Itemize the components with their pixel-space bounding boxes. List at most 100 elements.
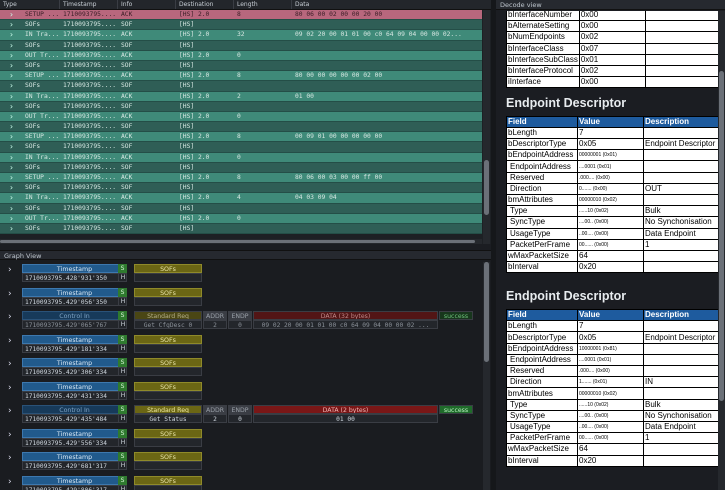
col-length[interactable]: Length <box>234 0 292 9</box>
descriptor-row[interactable]: bmAttributes 00000010 (0x02) <box>506 193 724 207</box>
descriptor-row[interactable]: bAlternateSetting 0x00 <box>506 20 725 33</box>
packet-row[interactable]: › IN Tra... 1710093795.... ACK [HS] 2.0 4 04 0… <box>0 193 482 204</box>
packet-row[interactable]: › SOFs 1710093795.... SOF [HS] <box>0 60 482 72</box>
expand-chevron-icon[interactable]: › <box>0 163 22 172</box>
descriptor-row[interactable]: SyncType ....00.. (0x00) No Synchonisation <box>506 216 724 229</box>
packet-list-vscroll[interactable] <box>483 10 490 244</box>
scroll-thumb[interactable] <box>719 71 724 401</box>
packet-row[interactable]: › SOFs 1710093795.... SOF [HS] <box>0 20 482 31</box>
packet-row[interactable]: › SOFs 1710093795.... SOF [HS] <box>0 223 482 235</box>
packet-row[interactable]: › SOFs 1710093795.... SOF [HS] <box>0 81 482 92</box>
expand-chevron-icon[interactable]: › <box>8 289 12 299</box>
col-destination[interactable]: Destination <box>176 0 234 9</box>
expand-chevron-icon[interactable]: › <box>0 81 22 90</box>
expand-chevron-icon[interactable]: › <box>0 30 22 39</box>
packet-row[interactable]: › SETUP ... 1710093795.... ACK [HS] 2.0 8 80 0… <box>0 71 482 82</box>
col-data[interactable]: Data <box>292 0 482 9</box>
graph-row[interactable]: › Timestamp 1710093795.429'181'334 S H SOFs <box>0 333 480 357</box>
decode-view-vscroll[interactable] <box>718 11 725 490</box>
descriptor-row[interactable]: bEndpointAddress 00000001 (0x01) <box>506 149 724 162</box>
descriptor-row[interactable]: UsageType ..00.... (0x00) Data Endpoint <box>506 227 724 240</box>
graph-row[interactable]: › Timestamp 1710093795.429'306'334 S H SOFs <box>0 356 480 380</box>
packet-row[interactable]: › SOFs 1710093795.... SOF [HS] <box>0 122 482 133</box>
descriptor-row[interactable]: bEndpointAddress 10000001 (0x81) <box>506 342 724 355</box>
graph-row[interactable]: › Timestamp 1710093795.429'056'350 S H SOFs <box>0 286 480 310</box>
descriptor-row[interactable]: bmAttributes 00000010 (0x02) <box>506 387 724 400</box>
packet-row[interactable]: › SOFs 1710093795.... SOF [HS] <box>0 203 482 214</box>
expand-chevron-icon[interactable]: › <box>0 214 22 223</box>
expand-chevron-icon[interactable]: › <box>8 312 12 322</box>
scroll-thumb[interactable] <box>484 262 489 362</box>
graph-row[interactable]: › Timestamp 1710093795.429'806'317 S H SOFs <box>0 474 480 490</box>
descriptor-row[interactable]: EndpointAddress ....0001 (0x01) <box>506 160 724 173</box>
expand-chevron-icon[interactable]: › <box>0 153 22 162</box>
descriptor-row[interactable]: PacketPerFrame 00...... (0x00) 1 <box>506 238 724 251</box>
expand-chevron-icon[interactable]: › <box>0 183 22 192</box>
descriptor-row[interactable]: bDescriptorType 0x05 Endpoint Descriptor <box>506 138 724 151</box>
descriptor-row[interactable]: bDescriptorType 0x05 Endpoint Descriptor <box>506 331 724 344</box>
expand-chevron-icon[interactable]: › <box>0 132 22 141</box>
descriptor-row[interactable]: bLength 7 <box>506 320 724 333</box>
expand-chevron-icon[interactable]: › <box>8 359 12 369</box>
expand-chevron-icon[interactable]: › <box>8 336 12 346</box>
descriptor-row[interactable]: Direction 1....... (0x01) IN <box>506 376 724 389</box>
descriptor-row[interactable]: wMaxPacketSize 64 <box>506 443 724 456</box>
expand-chevron-icon[interactable]: › <box>0 102 22 111</box>
graph-row[interactable]: › Control In 1710093795.429'065'767 S H Stand… <box>0 309 480 333</box>
expand-chevron-icon[interactable]: › <box>0 51 22 60</box>
packet-row[interactable]: › SOFs 1710093795.... SOF [HS] <box>0 142 482 153</box>
descriptor-row[interactable]: Reserved .000.... (0x00) <box>506 171 724 184</box>
packet-row[interactable]: › SETUP ... 1710093795.... ACK [HS] 2.0 8 00 0… <box>0 132 482 143</box>
descriptor-row[interactable]: bInterfaceClass 0x07 <box>506 42 725 55</box>
col-type[interactable]: Type <box>0 0 60 9</box>
col-timestamp[interactable]: Timestamp <box>60 0 118 9</box>
packet-row[interactable]: › SOFs 1710093795.... SOF [HS] <box>0 101 482 112</box>
packet-row[interactable]: › IN Tra... 1710093795.... ACK [HS] 2.0 0 <box>0 152 482 163</box>
descriptor-row[interactable]: iInterface 0x00 <box>506 76 725 89</box>
graph-row[interactable]: › Timestamp 1710093795.429'431'334 S H SOFs <box>0 380 480 404</box>
descriptor-row[interactable]: SyncType ....00.. (0x00) No Synchonisation <box>506 409 724 422</box>
packet-row[interactable]: › SETUP ... 1710093795.... ACK [HS] 2.0 8 80 0… <box>0 10 482 21</box>
descriptor-row[interactable]: PacketPerFrame 00...... (0x00) 1 <box>506 432 724 445</box>
descriptor-row[interactable]: bInterfaceSubClass 0x01 <box>506 53 725 66</box>
packet-row[interactable]: › SOFs 1710093795.... SOF [HS] <box>0 183 482 194</box>
expand-chevron-icon[interactable]: › <box>0 61 22 70</box>
descriptor-row[interactable]: bInterval 0x20 <box>506 454 724 467</box>
descriptor-row[interactable]: bInterfaceNumber 0x00 <box>506 11 725 22</box>
expand-chevron-icon[interactable]: › <box>0 112 22 121</box>
graph-row[interactable]: › Timestamp 1710093795.429'556'334 S H SOFs <box>0 427 480 451</box>
descriptor-row[interactable]: EndpointAddress ....0001 (0x01) <box>506 353 724 367</box>
packet-row[interactable]: › OUT Tr... 1710093795.... ACK [HS] 2.0 0 <box>0 50 482 61</box>
packet-list-hscroll[interactable] <box>0 239 482 244</box>
graph-row[interactable]: › Timestamp 1710093795.429'681'317 S H SOFs <box>0 450 480 474</box>
scroll-thumb[interactable] <box>0 240 475 243</box>
col-info[interactable]: Info <box>118 0 176 9</box>
expand-chevron-icon[interactable]: › <box>0 122 22 131</box>
packet-row[interactable]: › SOFs 1710093795.... SOF [HS] <box>0 40 482 51</box>
expand-chevron-icon[interactable]: › <box>8 383 12 393</box>
expand-chevron-icon[interactable]: › <box>0 20 22 29</box>
expand-chevron-icon[interactable]: › <box>0 142 22 151</box>
packet-row[interactable]: › SETUP ... 1710093795.... ACK [HS] 2.0 8 80 0… <box>0 173 482 184</box>
graph-row[interactable]: › Timestamp 1710093795.428'931'350 S H SOFs <box>0 262 480 286</box>
expand-chevron-icon[interactable]: › <box>0 193 22 202</box>
descriptor-row[interactable]: wMaxPacketSize 64 <box>506 249 724 263</box>
expand-chevron-icon[interactable]: › <box>8 265 12 275</box>
expand-chevron-icon[interactable]: › <box>0 10 22 19</box>
expand-chevron-icon[interactable]: › <box>8 430 12 440</box>
graph-row[interactable]: › Control In 1710093795.429'435'484 S H Stand… <box>0 403 480 427</box>
expand-chevron-icon[interactable]: › <box>8 477 12 487</box>
descriptor-row[interactable]: bInterval 0x20 <box>506 261 724 274</box>
packet-row[interactable]: › IN Tra... 1710093795.... ACK [HS] 2.0 2 01 0… <box>0 91 482 102</box>
packet-row[interactable]: › OUT Tr... 1710093795.... ACK [HS] 2.0 0 <box>0 111 482 123</box>
expand-chevron-icon[interactable]: › <box>0 173 22 182</box>
descriptor-row[interactable]: Type ......10 (0x02) Bulk <box>506 398 724 411</box>
graph-view-vscroll[interactable] <box>483 262 490 490</box>
descriptor-row[interactable]: UsageType ..00.... (0x00) Data Endpoint <box>506 420 724 434</box>
descriptor-row[interactable]: bNumEndpoints 0x02 <box>506 31 725 44</box>
descriptor-row[interactable]: Direction 0....... (0x00) OUT <box>506 182 724 196</box>
expand-chevron-icon[interactable]: › <box>0 224 22 233</box>
expand-chevron-icon[interactable]: › <box>0 71 22 80</box>
expand-chevron-icon[interactable]: › <box>8 453 12 463</box>
scroll-thumb[interactable] <box>484 160 489 215</box>
